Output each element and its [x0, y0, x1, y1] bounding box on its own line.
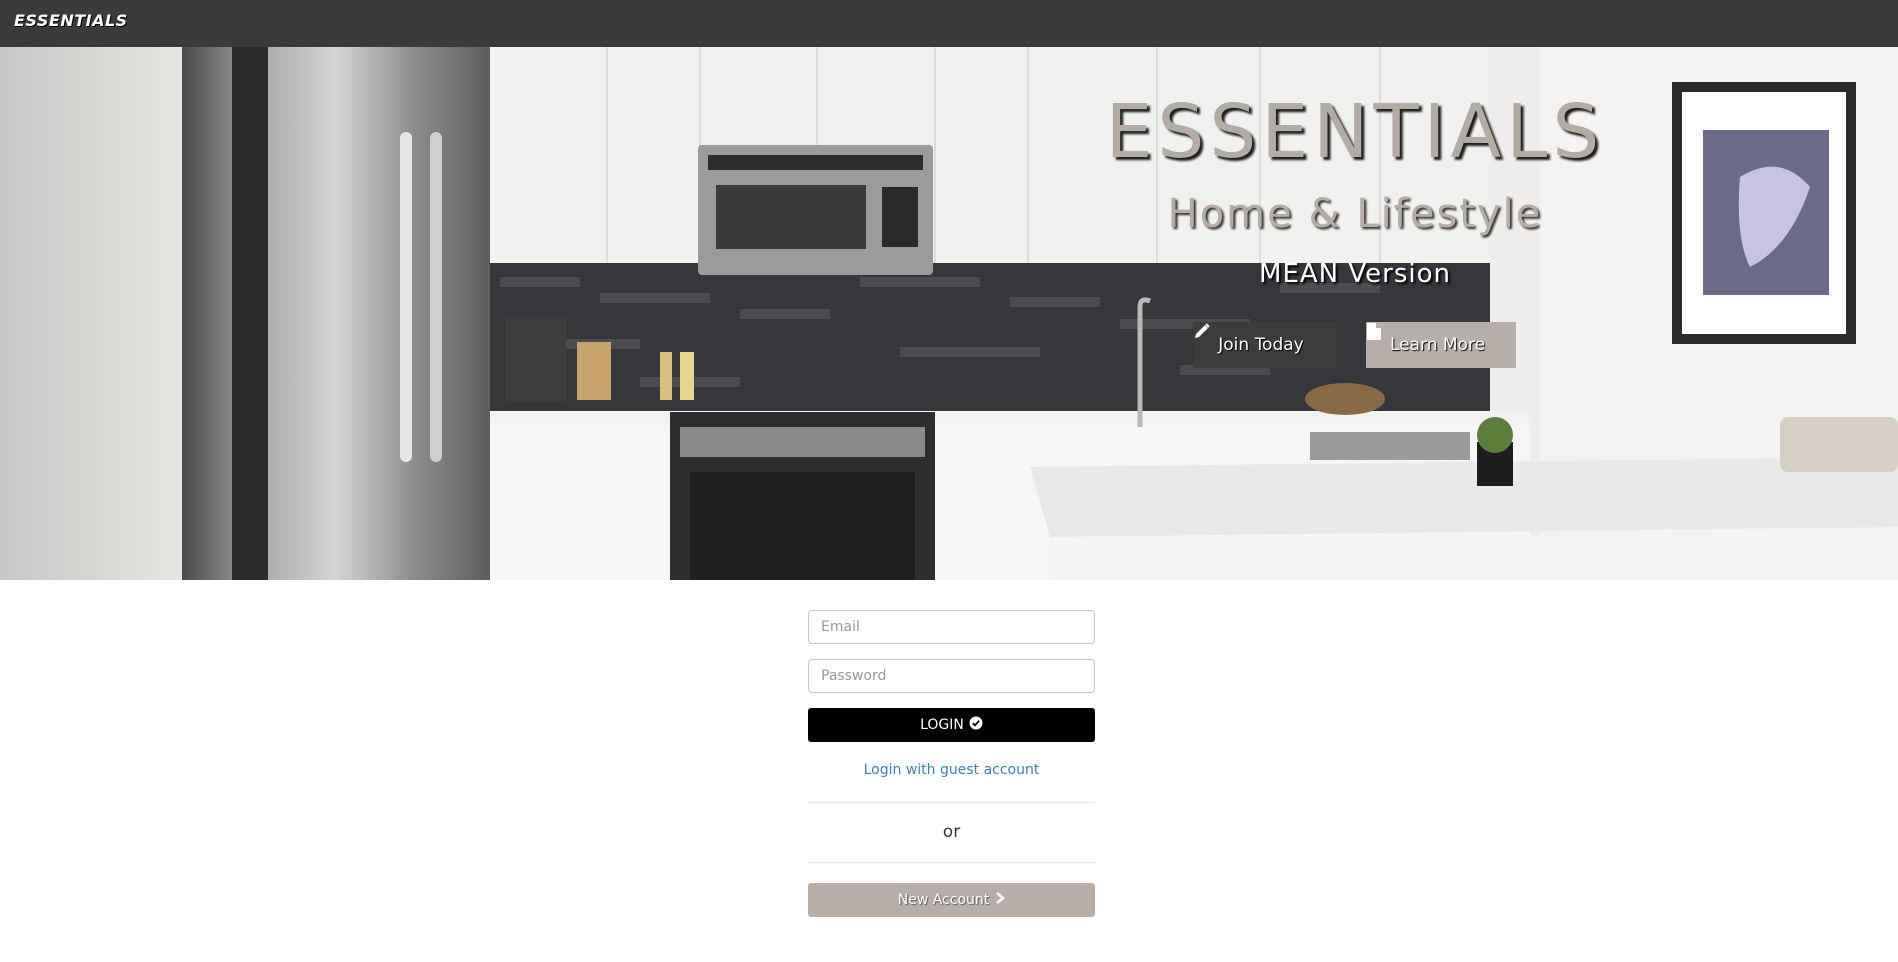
login-button[interactable]: LOGIN [808, 708, 1095, 742]
brand-logo[interactable]: ESSENTIALS [14, 11, 128, 30]
chevron-right-icon [995, 892, 1006, 908]
divider-bottom [808, 862, 1095, 863]
new-account-button[interactable]: New Account [808, 883, 1095, 917]
join-today-label: Join Today [1218, 335, 1304, 355]
hero-banner: ESSENTIALS Home & Lifestyle MEAN Version… [0, 47, 1898, 580]
hero-subtitle: Home & Lifestyle [1167, 191, 1543, 237]
learn-more-label: Learn More [1389, 335, 1486, 355]
or-separator: or [942, 822, 961, 842]
email-field[interactable] [808, 610, 1095, 644]
learn-more-button[interactable]: Learn More [1366, 322, 1516, 368]
login-label: LOGIN [920, 717, 964, 733]
guest-login-link[interactable]: Login with guest account [808, 762, 1095, 778]
new-account-label: New Account [897, 892, 990, 908]
check-circle-icon [969, 716, 983, 734]
join-today-button[interactable]: Join Today [1193, 322, 1336, 368]
divider-top [808, 802, 1095, 803]
navbar: ESSENTIALS [0, 0, 1898, 47]
hero-title: ESSENTIALS [1105, 89, 1605, 175]
password-field[interactable] [808, 659, 1095, 693]
hero-version: MEAN Version [1259, 259, 1451, 289]
